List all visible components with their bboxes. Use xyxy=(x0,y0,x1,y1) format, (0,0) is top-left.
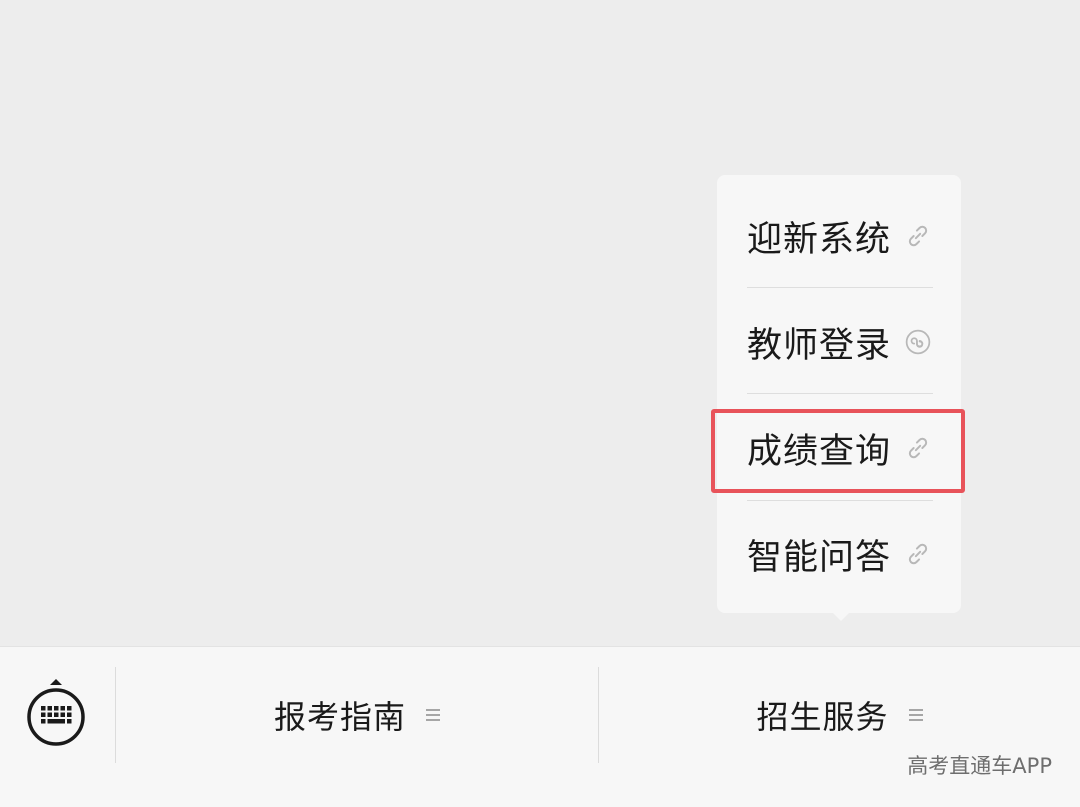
submenu-item-label: 智能问答 xyxy=(747,537,892,578)
submenu-item-label: 成绩查询 xyxy=(747,431,892,472)
mini-program-icon xyxy=(905,329,931,355)
submenu-item-label: 教师登录 xyxy=(747,325,892,366)
hamburger-icon xyxy=(908,709,923,721)
submenu-item-label: 迎新系统 xyxy=(747,219,892,260)
menu-tab-admission-service[interactable]: 招生服务 xyxy=(599,677,1080,753)
divider xyxy=(747,287,933,288)
submenu-popup: 迎新系统 教师登录 成绩查询 智能问答 xyxy=(717,175,961,613)
hamburger-icon xyxy=(426,709,440,721)
menu-tab-label: 报考指南 xyxy=(273,698,406,736)
keyboard-toggle-button[interactable] xyxy=(26,677,86,749)
link-icon xyxy=(908,543,928,565)
bottom-menu-bar: 报考指南 招生服务 xyxy=(0,646,1080,807)
submenu-item-welcome-system[interactable]: 迎新系统 xyxy=(747,183,933,289)
submenu-pointer-arrow xyxy=(832,612,850,621)
submenu-item-smart-qa[interactable]: 智能问答 xyxy=(747,501,933,607)
watermark-text: 高考直通车APP xyxy=(907,754,1052,778)
link-icon xyxy=(908,437,928,459)
link-icon xyxy=(908,225,928,247)
menu-tab-application-guide[interactable]: 报考指南 xyxy=(116,677,598,753)
keyboard-toggle-icon xyxy=(27,679,85,746)
submenu-item-teacher-login[interactable]: 教师登录 xyxy=(747,289,933,395)
divider xyxy=(747,393,933,394)
menu-tab-label: 招生服务 xyxy=(756,698,889,736)
submenu-item-score-query[interactable]: 成绩查询 xyxy=(747,395,933,501)
